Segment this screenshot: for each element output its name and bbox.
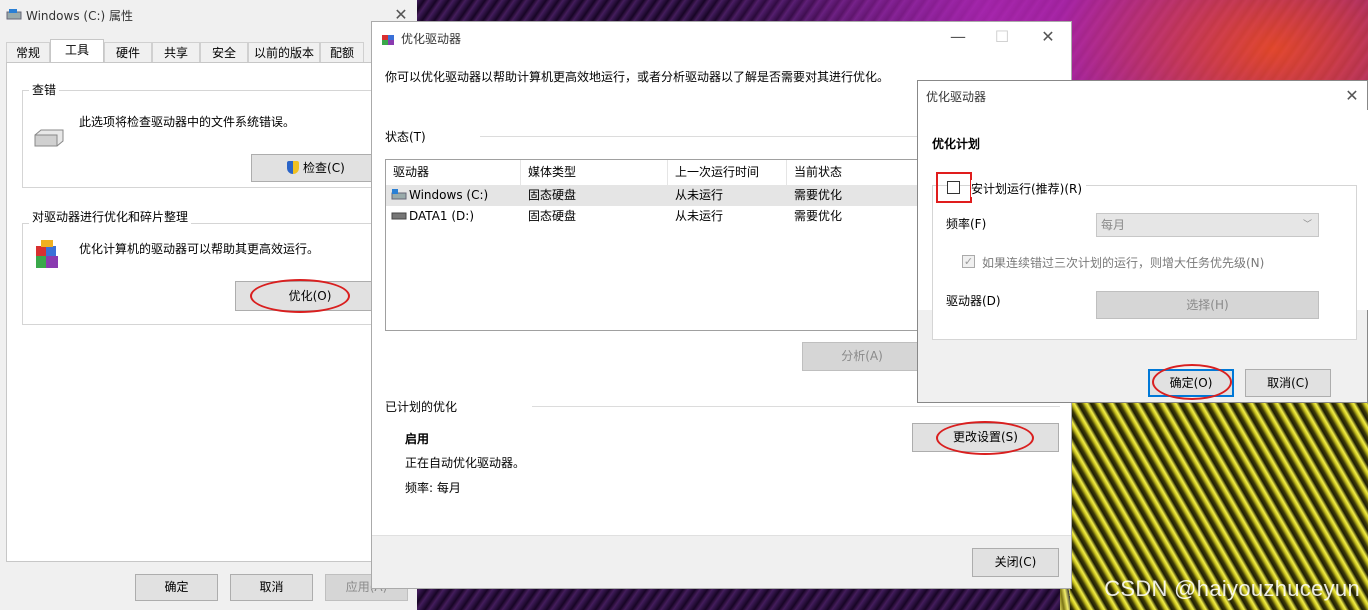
properties-titlebar[interactable]: Windows (C:) 属性 ✕ xyxy=(0,0,417,30)
scheduled-label: 已计划的优化 xyxy=(385,400,458,414)
drive-status: 需要优化 xyxy=(794,188,843,202)
ok-button[interactable]: 确定(O) xyxy=(1148,369,1234,397)
properties-window: Windows (C:) 属性 ✕ 常规 工具 硬件 共享 安全 以前的版本 配… xyxy=(0,0,417,610)
status-label: 状态(T) xyxy=(385,130,426,144)
defrag-icon xyxy=(382,35,394,45)
scheduled-frequency: 频率: 每月 xyxy=(405,481,461,495)
drive-name: Windows (C:) xyxy=(409,188,489,202)
cancel-button[interactable]: 取消 xyxy=(230,574,313,601)
last-run: 从未运行 xyxy=(675,209,724,223)
schedule-title: 优化驱动器 xyxy=(926,90,987,104)
tab-hardware[interactable]: 硬件 xyxy=(104,42,152,62)
tab-quota[interactable]: 配额 xyxy=(320,42,364,62)
media-type: 固态硬盘 xyxy=(528,209,577,223)
check-desc: 此选项将检查驱动器中的文件系统错误。 xyxy=(79,115,296,129)
ok-button[interactable]: 确定 xyxy=(135,574,218,601)
drive-status: 需要优化 xyxy=(794,209,843,223)
defrag-icon xyxy=(36,240,58,268)
tab-previous-versions[interactable]: 以前的版本 xyxy=(248,42,320,62)
optimize-group-title: 对驱动器进行优化和碎片整理 xyxy=(29,208,192,225)
divider xyxy=(480,136,920,137)
drive-name: DATA1 (D:) xyxy=(409,209,475,223)
check-group-title: 查错 xyxy=(29,81,60,98)
change-settings-button[interactable]: 更改设置(S) xyxy=(912,423,1059,452)
column-header[interactable]: 当前状态 xyxy=(787,160,926,185)
check-button[interactable]: 检查(C) xyxy=(251,154,381,182)
table-row[interactable]: Windows (C:) 固态硬盘 从未运行 需要优化 xyxy=(386,185,924,206)
schedule-dialog: 优化驱动器 ✕ 优化计划 安计划运行(推荐)(R) 频率(F) 每月 ﹀ ✓ 如… xyxy=(917,80,1368,403)
tab-security[interactable]: 安全 xyxy=(200,42,248,62)
optimize-footer: 关闭(C) xyxy=(372,535,1071,588)
choose-drives-button[interactable]: 选择(H) xyxy=(1096,291,1319,319)
watermark: CSDN @haiyouzhuceyun xyxy=(1104,576,1360,601)
frequency-select[interactable]: 每月 ﹀ xyxy=(1096,213,1319,237)
increase-priority-label: 如果连续错过三次计划的运行，则增大任务优先级(N) xyxy=(982,256,1265,270)
intro-text: 你可以优化驱动器以帮助计算机更高效地运行，或者分析驱动器以了解是否需要对其进行优… xyxy=(385,70,890,84)
divider xyxy=(532,406,1060,407)
tab-general[interactable]: 常规 xyxy=(6,42,50,62)
optimize-titlebar[interactable]: 优化驱动器 — ☐ ✕ xyxy=(372,22,1071,52)
scheduled-state: 启用 xyxy=(405,432,430,446)
schedule-titlebar[interactable]: 优化驱动器 ✕ xyxy=(918,81,1367,110)
chevron-down-icon: ﹀ xyxy=(1302,220,1312,230)
media-type: 固态硬盘 xyxy=(528,188,577,202)
column-header[interactable]: 上一次运行时间 xyxy=(668,160,787,185)
minimize-icon[interactable]: — xyxy=(938,24,978,50)
optimize-button[interactable]: 优化(O) xyxy=(235,281,385,311)
column-header[interactable]: 媒体类型 xyxy=(521,160,668,185)
tab-tools[interactable]: 工具 xyxy=(50,39,104,63)
shield-icon xyxy=(287,161,300,174)
frequency-label: 频率(F) xyxy=(946,217,987,231)
drive-icon xyxy=(6,9,22,20)
tools-panel: 查错 此选项将检查驱动器中的文件系统错误。 检查(C) 对驱动器进行优化和碎片整… xyxy=(6,62,406,562)
drives-label: 驱动器(D) xyxy=(946,294,1001,308)
properties-title: Windows (C:) 属性 xyxy=(26,9,133,23)
close-icon[interactable]: ✕ xyxy=(1028,24,1068,50)
increase-priority-checkbox[interactable]: ✓ xyxy=(962,255,975,268)
last-run: 从未运行 xyxy=(675,188,724,202)
close-button[interactable]: 关闭(C) xyxy=(972,548,1059,577)
drives-table: 驱动器 媒体类型 上一次运行时间 当前状态 Windows (C:) 固态硬盘 … xyxy=(385,159,925,331)
scheduled-desc: 正在自动优化驱动器。 xyxy=(405,456,526,470)
schedule-section: 优化计划 xyxy=(932,137,981,151)
optimize-desc: 优化计算机的驱动器可以帮助其更高效运行。 xyxy=(79,242,320,256)
highlight-box xyxy=(936,172,972,203)
run-on-schedule-label: 安计划运行(推荐)(R) xyxy=(971,180,1087,197)
optimize-title: 优化驱动器 xyxy=(401,32,462,46)
analyze-button[interactable]: 分析(A) xyxy=(802,342,922,371)
disk-icon xyxy=(34,129,64,147)
table-row[interactable]: DATA1 (D:) 固态硬盘 从未运行 需要优化 xyxy=(386,206,924,227)
cancel-button[interactable]: 取消(C) xyxy=(1245,369,1331,397)
maximize-icon[interactable]: ☐ xyxy=(982,24,1022,50)
close-icon[interactable]: ✕ xyxy=(1335,83,1368,109)
column-header[interactable]: 驱动器 xyxy=(386,160,521,185)
tab-sharing[interactable]: 共享 xyxy=(152,42,200,62)
